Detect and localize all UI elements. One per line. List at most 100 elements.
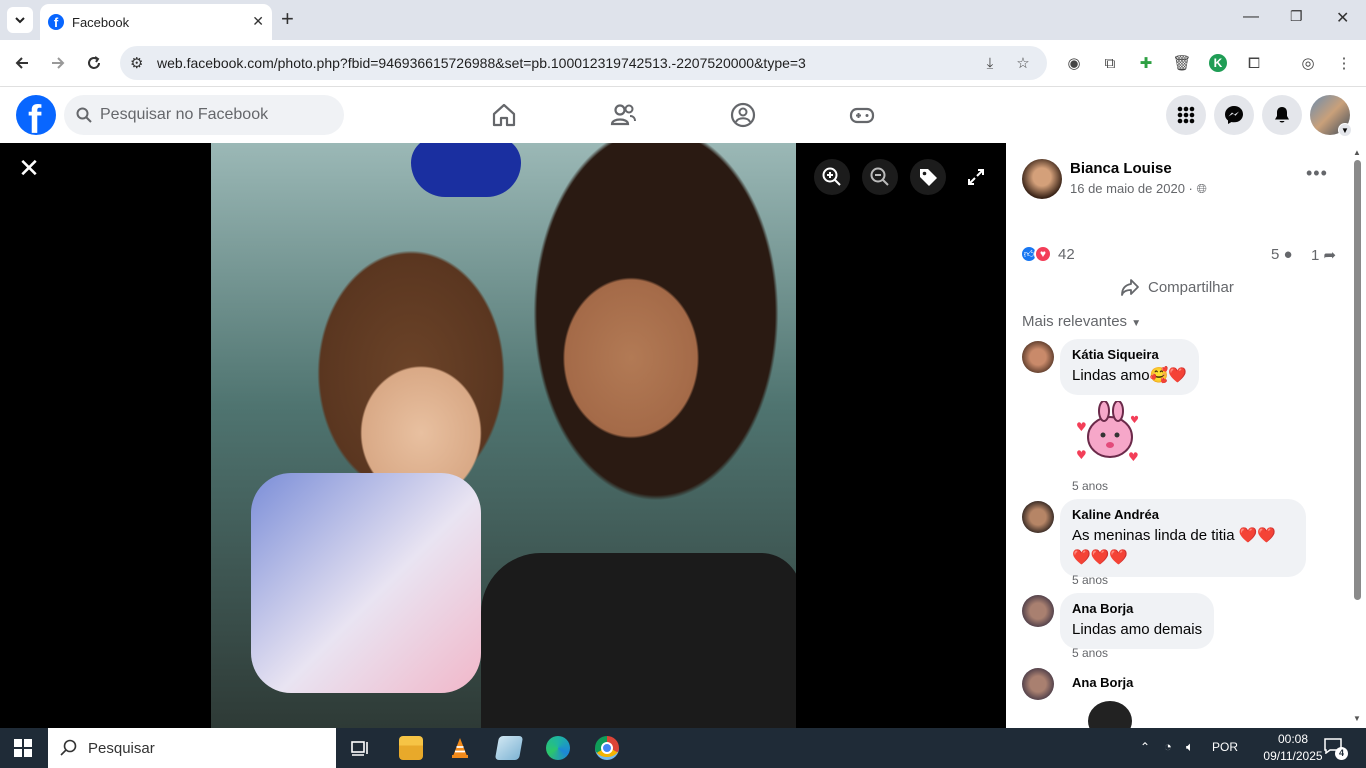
new-tab-button[interactable]: + [281, 7, 294, 31]
panel-scrollbar[interactable]: ▲ ▼ [1352, 148, 1362, 723]
vlc-icon[interactable] [448, 736, 472, 760]
reload-button[interactable] [82, 51, 106, 75]
comments-count[interactable]: 5 ● [1271, 246, 1293, 263]
menu-grid-button[interactable] [1166, 95, 1206, 135]
browser-tab-facebook[interactable]: f Facebook ✕ [40, 4, 272, 40]
comment-text: Lindas amo🥰❤️ [1072, 367, 1187, 384]
zoom-in-button[interactable] [814, 159, 850, 195]
commenter-avatar[interactable] [1022, 595, 1054, 627]
browser-toolbar: ⚙ web.facebook.com/photo.php?fbid=946936… [0, 40, 1366, 87]
restore-button[interactable]: ❐ [1290, 8, 1303, 25]
profile-icon[interactable]: ◎ [1298, 53, 1318, 73]
comment-time[interactable]: 5 anos [1072, 646, 1108, 660]
author-name[interactable]: Bianca Louise [1070, 160, 1172, 177]
sticker-preview[interactable] [1088, 701, 1132, 728]
commenter-name[interactable]: Kátia Siqueira [1072, 347, 1187, 362]
globe-icon: 🌐︎ [1196, 181, 1207, 196]
account-avatar[interactable]: ▼ [1310, 95, 1352, 137]
search-input[interactable] [100, 106, 320, 124]
comment-text: As meninas linda de titia ❤️❤️❤️❤️❤️ [1072, 527, 1277, 566]
k-extension-icon[interactable]: K [1208, 53, 1228, 73]
share-button[interactable]: Compartilhar [1120, 277, 1234, 297]
friends-icon[interactable] [609, 101, 637, 129]
minimize-button[interactable]: — [1243, 8, 1259, 26]
address-bar[interactable]: ⚙ web.facebook.com/photo.php?fbid=946936… [120, 46, 1047, 80]
comment-sort-dropdown[interactable]: Mais relevantes ▼ [1022, 313, 1141, 330]
window-close-button[interactable]: ✕ [1336, 8, 1349, 28]
scrollbar-thumb[interactable] [1354, 160, 1361, 600]
volume-icon[interactable]: 🔈︎ [1186, 739, 1194, 755]
forward-button[interactable] [46, 51, 70, 75]
copy-extension-icon[interactable]: ⧉ [1100, 53, 1120, 73]
tag-photo-button[interactable] [910, 159, 946, 195]
trash-extension-icon[interactable]: 🗑 [1172, 53, 1192, 73]
site-info-icon[interactable]: ⚙ [130, 54, 143, 72]
facebook-logo[interactable]: f [16, 95, 56, 135]
commenter-avatar[interactable] [1022, 341, 1054, 373]
windows-taskbar: Pesquisar ⌃ ◔ 🔈︎ POR 00:08 09/11/2025 4 [0, 728, 1366, 768]
search-icon [76, 107, 92, 123]
extensions-puzzle-icon[interactable]: ⧠ [1244, 53, 1264, 73]
menu-kebab-icon[interactable]: ⋮ [1334, 53, 1354, 73]
chrome-browser-icon[interactable] [595, 736, 619, 760]
chevron-down-icon [15, 17, 25, 24]
scroll-up-icon[interactable]: ▲ [1353, 148, 1361, 157]
reactions-summary[interactable]: 👍︎ ♥ 42 [1020, 245, 1075, 263]
fullscreen-button[interactable] [958, 159, 994, 195]
share-icon [1121, 279, 1139, 296]
edge-browser-icon[interactable] [546, 736, 570, 760]
tab-search-button[interactable] [7, 7, 33, 33]
clock-time[interactable]: 00:08 [1262, 732, 1324, 746]
messenger-button[interactable] [1214, 95, 1254, 135]
commenter-avatar[interactable] [1022, 501, 1054, 533]
file-explorer-icon[interactable] [399, 736, 423, 760]
comment-time[interactable]: 5 anos [1072, 573, 1108, 587]
zoom-out-button[interactable] [862, 159, 898, 195]
wifi-icon[interactable]: ◔ [1164, 739, 1172, 754]
author-avatar[interactable] [1022, 159, 1062, 199]
reload-icon [88, 56, 100, 69]
expand-icon [968, 169, 984, 185]
comments-count-value: 5 [1271, 246, 1280, 263]
notepad-icon[interactable] [494, 736, 524, 760]
windows-start-icon[interactable] [14, 739, 32, 757]
taskbar-search[interactable]: Pesquisar [48, 728, 336, 768]
close-icon[interactable]: ✕ [16, 155, 42, 181]
tab-close-icon[interactable]: ✕ [252, 13, 264, 30]
clock-date[interactable]: 09/11/2025 [1258, 749, 1328, 763]
more-options-button[interactable]: ••• [1306, 163, 1328, 184]
shares-count-value: 1 [1311, 247, 1320, 264]
groups-icon[interactable] [729, 101, 757, 129]
post-date[interactable]: 16 de maio de 2020 · 🌐︎ [1070, 181, 1207, 197]
bell-icon [1275, 107, 1289, 123]
messenger-icon [1225, 106, 1243, 124]
address-url[interactable]: web.facebook.com/photo.php?fbid=94693661… [157, 55, 806, 71]
home-icon[interactable] [490, 101, 518, 129]
bookmark-star-icon[interactable]: ☆ [1013, 53, 1033, 73]
keyboard-language[interactable]: POR [1212, 740, 1238, 754]
photo-viewer: ✕ [0, 143, 1006, 728]
shares-count[interactable]: 1 ➦ [1311, 246, 1336, 264]
plus-extension-icon[interactable]: ✚ [1136, 53, 1156, 73]
comment-time[interactable]: 5 anos [1072, 479, 1108, 493]
commenter-avatar[interactable] [1022, 668, 1054, 700]
install-app-icon[interactable]: ⤓ [980, 53, 1000, 73]
gaming-icon[interactable] [848, 101, 876, 129]
facebook-search[interactable] [64, 95, 344, 135]
task-view-icon[interactable] [348, 736, 372, 760]
notifications-button[interactable] [1262, 95, 1302, 135]
browser-tab-strip: f Facebook ✕ + — ❐ ✕ [0, 0, 1366, 40]
bunny-sticker[interactable]: ♥ ♥ ♥ ♥ [1074, 400, 1142, 467]
commenter-name[interactable]: Ana Borja [1072, 675, 1133, 690]
post-photo[interactable] [211, 143, 796, 728]
svg-text:♥: ♥ [1076, 420, 1087, 434]
back-button[interactable] [10, 51, 34, 75]
commenter-name[interactable]: Kaline Andréa [1072, 507, 1294, 522]
tray-chevron-up-icon[interactable]: ⌃ [1140, 740, 1150, 754]
scroll-down-icon[interactable]: ▼ [1353, 714, 1361, 723]
commenter-name[interactable]: Ana Borja [1072, 601, 1202, 616]
camera-extension-icon[interactable]: ◉ [1064, 53, 1084, 73]
photo-bow [411, 143, 521, 197]
tab-title: Facebook [72, 14, 130, 30]
notification-center-button[interactable]: 4 [1324, 738, 1348, 760]
